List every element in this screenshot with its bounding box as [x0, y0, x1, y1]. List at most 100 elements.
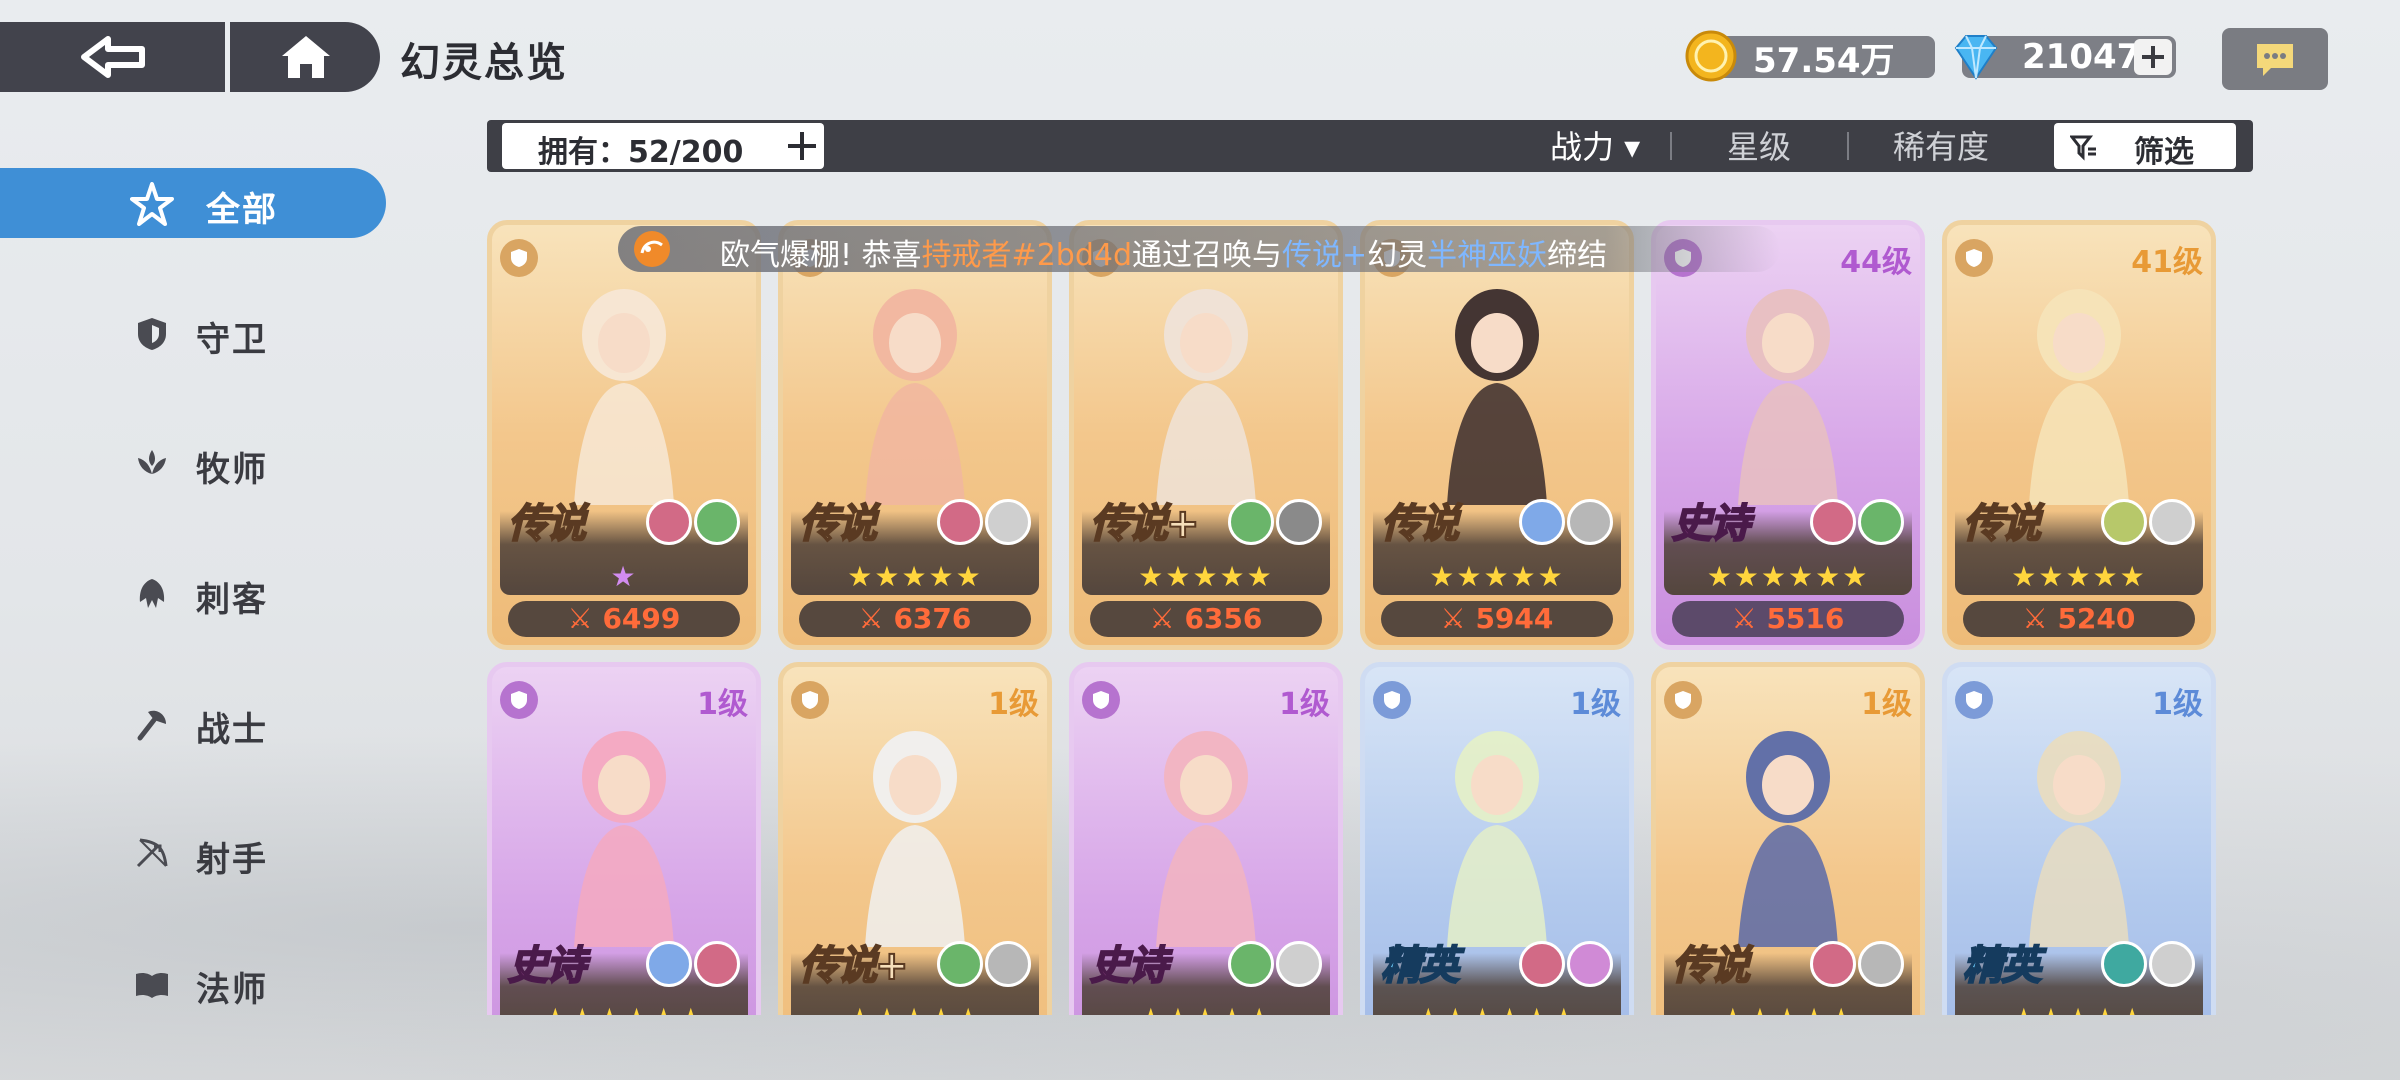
star-rating: ★★★★★ — [847, 560, 983, 593]
add-gems-button[interactable] — [2134, 39, 2172, 75]
element-icon — [1519, 499, 1565, 545]
element-icon — [2101, 941, 2147, 987]
shield-icon — [138, 318, 166, 350]
sidebar-item-all[interactable]: 全部 — [0, 168, 386, 238]
hero-portrait — [1111, 265, 1301, 505]
hero-card[interactable]: 1级精英★★★★★★ — [1360, 662, 1634, 1015]
star-rating: ★★★★★ — [1074, 1002, 1338, 1015]
hero-card[interactable]: 1级传说+★★★★★ — [778, 662, 1052, 1015]
sidebar-label: 全部 — [206, 190, 278, 230]
megaphone-icon — [634, 231, 670, 267]
hero-card[interactable]: 传说 ★ ⚔ 6499 — [487, 220, 761, 650]
sidebar-label: 射手 — [196, 840, 268, 880]
priest-icon — [138, 450, 166, 474]
star-rating: ★★★★★ — [1138, 560, 1274, 593]
hero-card[interactable]: 传说+ ★★★★★ ⚔ 6356 — [1069, 220, 1343, 650]
element-icon — [1810, 941, 1856, 987]
ticker-hero: 半神巫妖 — [1427, 238, 1548, 273]
owned-capacity: 拥有：52/200 — [502, 123, 824, 170]
nav-divider — [225, 22, 230, 92]
sidebar-item-mage[interactable]: 法师 — [0, 948, 386, 1018]
element-icon — [646, 941, 692, 987]
back-arrow-icon — [80, 36, 145, 78]
hero-card[interactable]: 1级史诗★★★★★ — [1069, 662, 1343, 1015]
rarity-label: 精英 — [1962, 942, 2042, 990]
back-button[interactable] — [0, 22, 225, 92]
all-star-icon — [130, 182, 174, 226]
sidebar-item-priest[interactable]: 牧师 — [0, 428, 386, 498]
faction-icon — [1567, 941, 1613, 987]
element-icon — [937, 941, 983, 987]
hero-card[interactable]: 1级传说★★★★★ — [1651, 662, 1925, 1015]
combat-power: ⚔ 5240 — [1963, 601, 2195, 637]
ticker-text: 欧气爆棚! 恭喜 — [720, 238, 922, 273]
element-icon — [2101, 499, 2147, 545]
hero-card[interactable]: 44级 史诗 ★★★★★★ ⚔ 5516 — [1651, 220, 1925, 650]
expand-capacity-plus-icon[interactable] — [786, 130, 818, 162]
hero-card[interactable]: 41级 传说 ★★★★★ ⚔ 5240 — [1942, 220, 2216, 650]
element-icon — [1810, 499, 1856, 545]
combat-power: ⚔ 5944 — [1381, 601, 1613, 637]
announcement-ticker: 欧气爆棚! 恭喜持戒者#2bd4d通过召唤与传说+幻灵半神巫妖缔结 — [618, 226, 1780, 273]
star-rating: ★★★★★★ — [492, 1002, 756, 1015]
star-rating: ★ — [610, 560, 638, 593]
element-icon — [1228, 499, 1274, 545]
hero-card[interactable]: 1级史诗★★★★★★ — [487, 662, 761, 1015]
hero-portrait — [1402, 265, 1592, 505]
combat-power-value: 6376 — [893, 602, 972, 635]
gem-counter: 21047 — [1954, 35, 2176, 80]
rarity-label: 传说 — [1380, 500, 1460, 548]
chat-button[interactable] — [2222, 28, 2328, 90]
sidebar-label: 法师 — [196, 970, 268, 1010]
faction-icon — [1276, 499, 1322, 545]
assassin-icon — [139, 579, 165, 608]
combat-power: ⚔ 6499 — [508, 601, 740, 637]
rarity-label: 传说 — [798, 500, 878, 548]
sidebar-item-guard[interactable]: 守卫 — [0, 298, 386, 368]
gem-amount: 21047 — [2022, 37, 2141, 77]
hero-card[interactable]: 传说 ★★★★★ ⚔ 5944 — [1360, 220, 1634, 650]
star-rating: ★★★★★★ — [1365, 1002, 1629, 1015]
sidebar-label: 牧师 — [196, 450, 268, 490]
hero-portrait — [1693, 265, 1883, 505]
faction-icon — [1567, 499, 1613, 545]
element-icon — [646, 499, 692, 545]
combat-power-value: 5944 — [1475, 602, 1554, 635]
star-rating: ★★★★★ — [1429, 560, 1565, 593]
sidebar-item-assassin[interactable]: 刺客 — [0, 558, 386, 628]
hero-card[interactable]: 传说 ★★★★★ ⚔ 6376 — [778, 220, 1052, 650]
faction-icon — [694, 941, 740, 987]
combat-power-value: 6356 — [1184, 602, 1263, 635]
combat-power-value: 5240 — [2057, 602, 2136, 635]
ticker-player: 持戒者#2bd4d — [921, 238, 1133, 273]
sort-star-tab[interactable]: 星级 — [1727, 122, 1791, 168]
chat-bubble-icon — [2257, 44, 2293, 76]
faction-icon — [1858, 499, 1904, 545]
hero-card[interactable]: 1级精英★★★★★ — [1942, 662, 2216, 1015]
hero-portrait — [529, 265, 719, 505]
sort-divider — [1847, 132, 1849, 160]
sidebar-label: 战士 — [196, 710, 268, 750]
faction-icon — [694, 499, 740, 545]
sort-power-tab[interactable]: 战力 ▾ — [1550, 122, 1640, 168]
sidebar-item-archer[interactable]: 射手 — [0, 818, 386, 888]
gold-counter: 57.54万 — [1685, 30, 1935, 82]
element-icon — [1228, 941, 1274, 987]
owned-count: 拥有：52/200 — [538, 135, 744, 170]
sidebar-item-warrior[interactable]: 战士 — [0, 688, 386, 758]
sort-rarity-tab[interactable]: 稀有度 — [1893, 122, 1989, 168]
faction-icon — [1858, 941, 1904, 987]
crossed-swords-icon: ⚔ — [567, 602, 603, 635]
crossed-swords-icon: ⚔ — [2022, 602, 2058, 635]
combat-power-value: 6499 — [602, 602, 681, 635]
rarity-label: 精英 — [1380, 942, 1460, 990]
sort-divider — [1670, 132, 1672, 160]
filter-button[interactable]: 筛选 — [2054, 123, 2236, 170]
faction-icon — [985, 941, 1031, 987]
faction-icon — [985, 499, 1031, 545]
rarity-label: 传说 — [507, 500, 587, 548]
axe-icon — [137, 710, 166, 741]
star-rating: ★★★★★ — [783, 1002, 1047, 1015]
home-button[interactable] — [232, 22, 380, 92]
rarity-label: 传说+ — [1089, 500, 1200, 548]
